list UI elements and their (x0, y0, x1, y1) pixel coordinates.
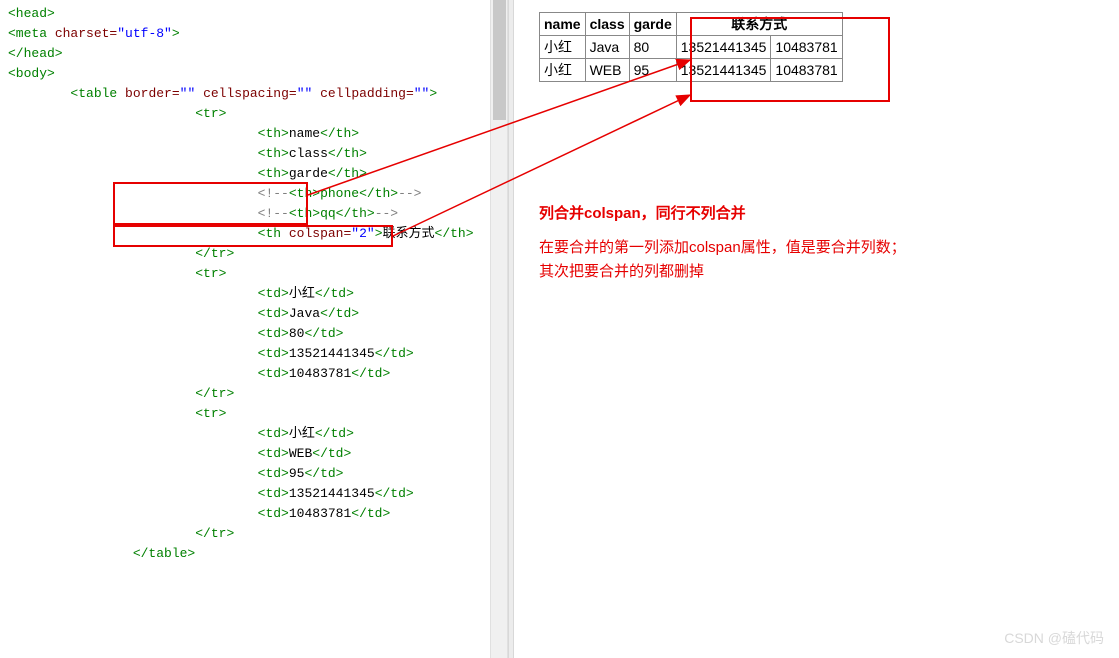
table-row: 小红 WEB 95 13521441345 10483781 (540, 59, 843, 82)
annotation-block: 列合并colspan，同行不列合并 在要合并的第一列添加colspan属性，值是… (539, 202, 1094, 284)
cell: Java (585, 36, 629, 59)
code-line: <td>10483781</td> (8, 504, 482, 524)
table-row: name class garde 联系方式 (540, 13, 843, 36)
code-line: <th>garde</th> (8, 164, 482, 184)
cell: 小红 (540, 36, 586, 59)
watermark: CSDN @磕代码 (1004, 628, 1104, 648)
code-line: <table border="" cellspacing="" cellpadd… (8, 84, 482, 104)
preview-table: name class garde 联系方式 小红 Java 80 1352144… (539, 12, 843, 82)
code-line: <tr> (8, 404, 482, 424)
code-line: <td>10483781</td> (8, 364, 482, 384)
table-row: 小红 Java 80 13521441345 10483781 (540, 36, 843, 59)
code-line: </tr> (8, 524, 482, 544)
code-line: <td>13521441345</td> (8, 484, 482, 504)
code-line: <th colspan="2">联系方式</th> (8, 224, 482, 244)
code-line: <td>95</td> (8, 464, 482, 484)
cell: 80 (629, 36, 676, 59)
annotation-title: 列合并colspan，同行不列合并 (539, 202, 1094, 226)
cell: 10483781 (771, 36, 842, 59)
code-line: <!--<th>phone</th>--> (8, 184, 482, 204)
code-line: <!--<th>qq</th>--> (8, 204, 482, 224)
code-line: </tr> (8, 244, 482, 264)
code-line: <td>小红</td> (8, 424, 482, 444)
code-line: <th>class</th> (8, 144, 482, 164)
code-line: <meta charset="utf-8"> (8, 24, 482, 44)
th-garde: garde (629, 13, 676, 36)
cell: 13521441345 (676, 59, 771, 82)
th-name: name (540, 13, 586, 36)
code-line: </tr> (8, 384, 482, 404)
preview-pane: name class garde 联系方式 小红 Java 80 1352144… (514, 0, 1119, 658)
code-line: <tr> (8, 264, 482, 284)
code-line: <th>name</th> (8, 124, 482, 144)
cell: 13521441345 (676, 36, 771, 59)
annotation-desc-2: 其次把要合并的列都删掉 (539, 260, 1094, 284)
code-line: <td>WEB</td> (8, 444, 482, 464)
code-line: </table> (8, 544, 482, 564)
code-line: <body> (8, 64, 482, 84)
editor-scrollbar[interactable] (490, 0, 508, 658)
code-line: <td>Java</td> (8, 304, 482, 324)
cell: 10483781 (771, 59, 842, 82)
code-editor-pane: <head><meta charset="utf-8"></head><body… (0, 0, 490, 658)
code-line: <td>13521441345</td> (8, 344, 482, 364)
code-line: </head> (8, 44, 482, 64)
th-class: class (585, 13, 629, 36)
annotation-desc-1: 在要合并的第一列添加colspan属性，值是要合并列数； (539, 236, 1094, 260)
cell: 小红 (540, 59, 586, 82)
code-line: <tr> (8, 104, 482, 124)
th-merged: 联系方式 (676, 13, 842, 36)
scrollbar-thumb[interactable] (493, 0, 506, 120)
cell: WEB (585, 59, 629, 82)
code-line: <td>80</td> (8, 324, 482, 344)
cell: 95 (629, 59, 676, 82)
code-line: <head> (8, 4, 482, 24)
code-line: <td>小红</td> (8, 284, 482, 304)
